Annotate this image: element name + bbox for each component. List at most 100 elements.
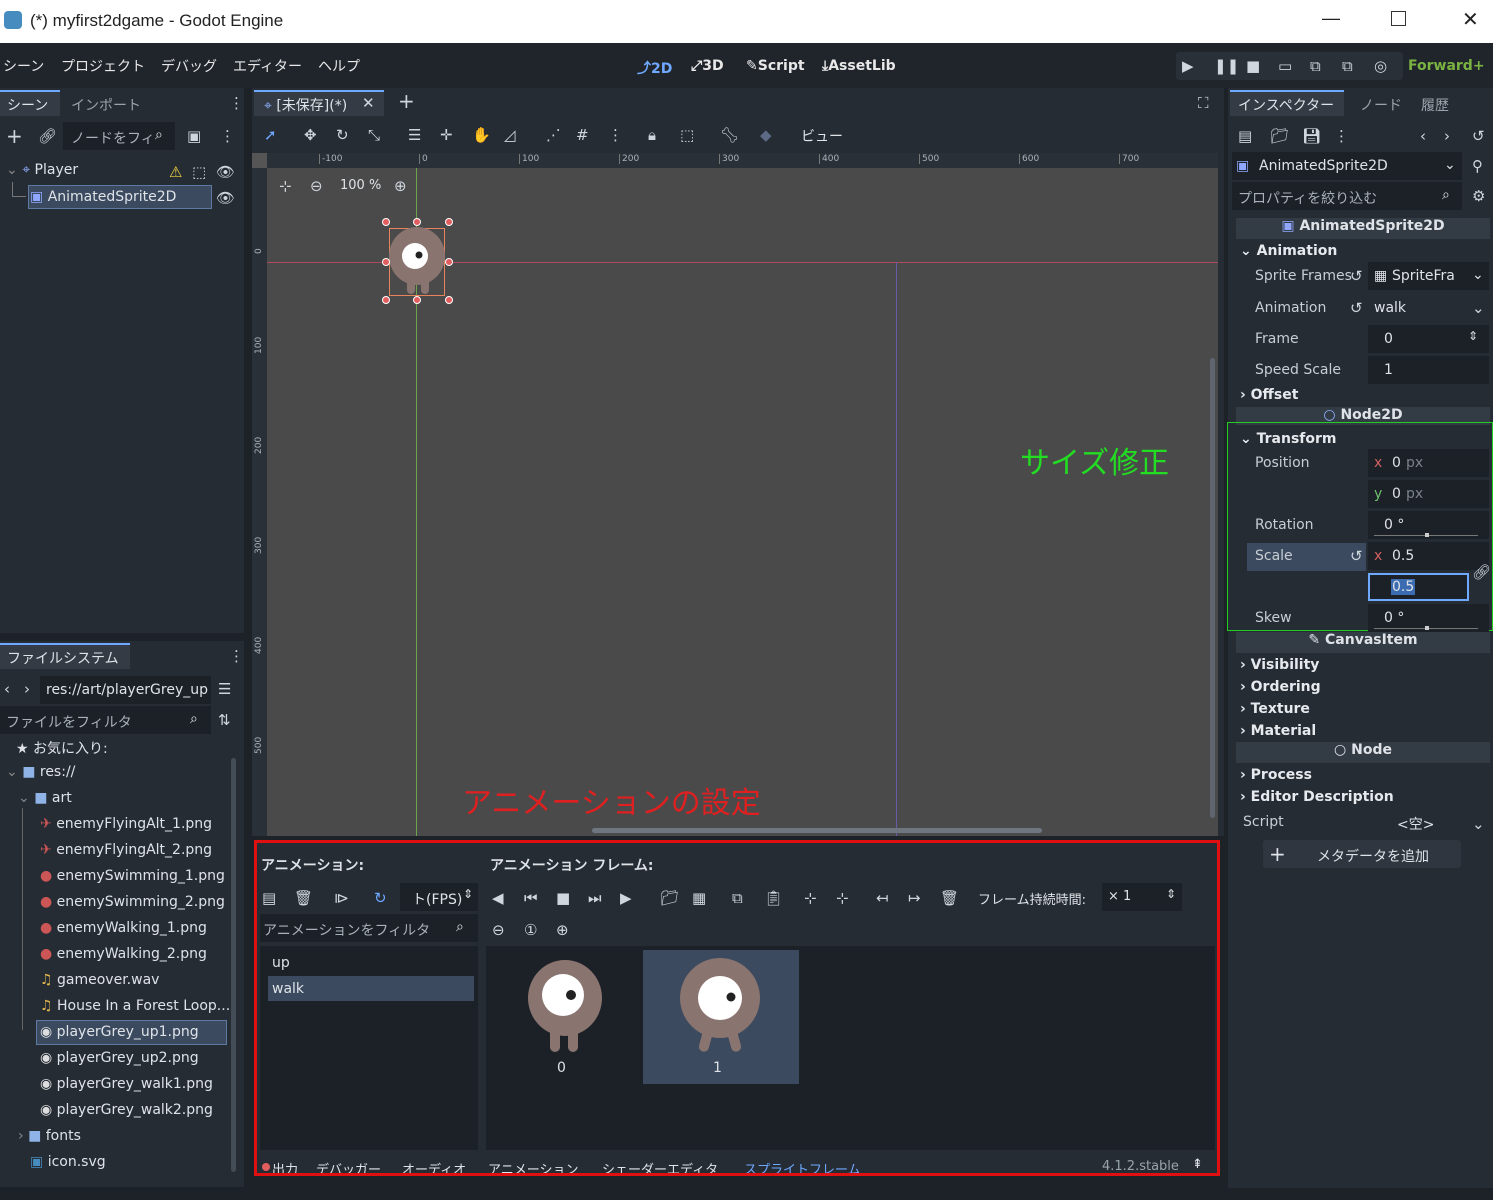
menu-scene[interactable]: シーン <box>3 56 44 76</box>
menu-dots-icon[interactable]: ⋮ <box>229 648 244 664</box>
tab-import[interactable]: インポート <box>71 95 141 115</box>
file-item[interactable]: ◉ playerGrey_walk1.png <box>40 1076 213 1092</box>
grid-snap-icon[interactable]: # <box>576 127 589 143</box>
move-tool-icon[interactable]: ✥ <box>304 127 317 143</box>
play-backwards-icon[interactable]: ◀ <box>492 890 504 906</box>
resize-handle[interactable] <box>382 258 390 266</box>
file-item[interactable]: ♫ gameover.wav <box>40 972 159 988</box>
tab-output[interactable]: 出力 <box>272 1159 298 1173</box>
visibility-eye-icon[interactable]: 👁︎ <box>216 190 235 206</box>
node-filter-input[interactable]: ノードをフィ ⌕ <box>63 122 175 150</box>
sheet-icon[interactable]: ▦ <box>692 890 706 906</box>
zoom-level[interactable]: 100 % <box>340 178 381 193</box>
property-settings-icon[interactable]: ⚙ <box>1472 188 1485 204</box>
file-item[interactable]: ✈ enemyFlyingAlt_1.png <box>40 816 212 832</box>
file-item[interactable]: ● enemyWalking_1.png <box>40 920 207 936</box>
close-window-button[interactable]: ✕ <box>1462 7 1479 32</box>
play-icon[interactable]: ▶ <box>1182 58 1194 74</box>
load-frames-icon[interactable]: 📁︎ <box>660 890 679 906</box>
history-forward-icon[interactable]: › <box>1444 128 1450 144</box>
distraction-free-icon[interactable]: ⛶ <box>1198 95 1209 111</box>
visibility-eye-icon[interactable]: 👁︎ <box>216 164 235 180</box>
close-tab-icon[interactable]: ✕ <box>362 95 375 111</box>
zoom-out-icon[interactable]: ⊖ <box>310 178 323 194</box>
menu-help[interactable]: ヘルプ <box>318 56 360 76</box>
pause-icon[interactable]: ❚❚ <box>1214 58 1239 74</box>
insert-before-icon[interactable]: ⊹ <box>804 890 817 906</box>
position-y-input[interactable]: y 0 px <box>1368 480 1489 508</box>
chevron-down-icon[interactable]: ⌄ <box>1472 816 1485 832</box>
expand-panel-icon[interactable]: ⇞ <box>1192 1157 1203 1172</box>
scale-x-input[interactable]: x 0.5 <box>1368 542 1489 570</box>
insert-after-icon[interactable]: ⊹ <box>836 890 849 906</box>
tab-debugger[interactable]: デバッガー <box>316 1159 381 1173</box>
copy-icon[interactable]: ⧉ <box>732 890 743 906</box>
section-animation[interactable]: ⌄ Animation <box>1240 243 1337 259</box>
add-metadata-button[interactable]: + メタデータを追加 <box>1263 840 1461 868</box>
file-item[interactable]: ◉ playerGrey_up1.png <box>40 1024 199 1040</box>
camera-icon[interactable]: ◆ <box>760 127 772 143</box>
mode-3d[interactable]: ⤢3D <box>691 58 724 74</box>
favorites-row[interactable]: ★ お気に入り: <box>16 738 108 758</box>
mode-2d[interactable]: ⤴2D <box>637 58 672 78</box>
move-left-icon[interactable]: ↤ <box>876 890 889 906</box>
remote-debug-icon[interactable]: ▭ <box>1278 58 1292 74</box>
slider-grabber[interactable] <box>1425 533 1429 537</box>
zoom-reset-icon[interactable]: ① <box>524 922 537 938</box>
pivot-tool-icon[interactable]: ✛ <box>440 127 453 143</box>
lock-icon[interactable]: 🔒︎ <box>648 127 656 143</box>
renderer-select[interactable]: Forward+ <box>1408 58 1485 74</box>
speed-scale-input[interactable]: 1 <box>1368 356 1489 384</box>
revert-icon[interactable]: ↺ <box>1350 268 1363 284</box>
folder-res[interactable]: ⌄ ■ res:// <box>6 764 75 780</box>
section-texture[interactable]: › Texture <box>1240 701 1310 717</box>
new-animation-icon[interactable]: ▤ <box>262 890 276 906</box>
section-material[interactable]: › Material <box>1240 723 1316 739</box>
file-item[interactable]: ● enemyWalking_2.png <box>40 946 207 962</box>
group-icon[interactable]: ⬚ <box>680 127 694 143</box>
menu-dots-icon[interactable]: ⋮ <box>608 127 623 143</box>
play-backwards-start-icon[interactable]: ⏮ <box>524 890 538 906</box>
player-sprite[interactable] <box>379 216 455 306</box>
new-resource-icon[interactable]: ▤ <box>1238 128 1252 144</box>
minimize-button[interactable]: — <box>1322 8 1340 29</box>
folder-art[interactable]: ⌄ ■ art <box>18 790 72 806</box>
delete-frame-icon[interactable]: 🗑︎ <box>940 890 959 906</box>
stop-icon[interactable]: ■ <box>1246 58 1260 74</box>
sort-icon[interactable]: ⇅ <box>218 712 231 728</box>
zoom-in-icon[interactable]: ⊕ <box>556 922 569 938</box>
play-start-icon[interactable]: ⏭ <box>588 890 602 906</box>
zoom-reset-icon[interactable]: ⊹ <box>279 178 292 194</box>
skew-slider[interactable]: 0 ° <box>1368 604 1489 632</box>
menu-dots-icon[interactable]: ⋮ <box>1334 128 1349 144</box>
tab-audio[interactable]: オーディオ <box>402 1159 466 1173</box>
split-view-icon[interactable]: ☰ <box>218 681 231 697</box>
forward-icon[interactable]: › <box>24 681 30 697</box>
smart-snap-icon[interactable]: ⋰ <box>546 127 561 143</box>
frame-duration-spinbox[interactable]: × 1 ⇕ <box>1102 883 1182 911</box>
section-editor-description[interactable]: › Editor Description <box>1240 789 1394 805</box>
zoom-in-icon[interactable]: ⊕ <box>394 178 407 194</box>
open-folder-icon[interactable]: 📁︎ <box>1270 128 1289 144</box>
list-select-icon[interactable]: ☰ <box>408 127 421 143</box>
rotate-tool-icon[interactable]: ↻ <box>336 127 349 143</box>
revert-icon[interactable]: ↺ <box>1350 548 1363 564</box>
maximize-button[interactable] <box>1391 11 1406 26</box>
save-icon[interactable]: 💾︎ <box>1302 128 1321 144</box>
filesystem-scrollbar[interactable] <box>231 758 236 1172</box>
tree-row-player[interactable]: ⌄ ⌖ Player <box>6 162 78 178</box>
resize-handle[interactable] <box>382 296 390 304</box>
link-icon[interactable]: 🔗︎ <box>38 128 57 144</box>
animation-item-walk[interactable]: walk <box>272 981 304 997</box>
ruler-tool-icon[interactable]: ◿ <box>504 127 516 143</box>
scale-tool-icon[interactable]: ⤡ <box>368 127 380 143</box>
menu-editor[interactable]: エディター <box>233 56 302 76</box>
file-item[interactable]: ▣ icon.svg <box>30 1154 106 1170</box>
loop-icon[interactable]: ↻ <box>374 890 387 906</box>
add-node-icon[interactable]: + <box>6 126 23 146</box>
file-item[interactable]: ● enemySwimming_1.png <box>40 868 225 884</box>
viewport-h-scrollbar[interactable] <box>592 828 1042 833</box>
rotation-slider[interactable]: 0 ° <box>1368 511 1489 539</box>
resize-handle[interactable] <box>413 218 421 226</box>
back-icon[interactable]: ‹ <box>4 681 10 697</box>
